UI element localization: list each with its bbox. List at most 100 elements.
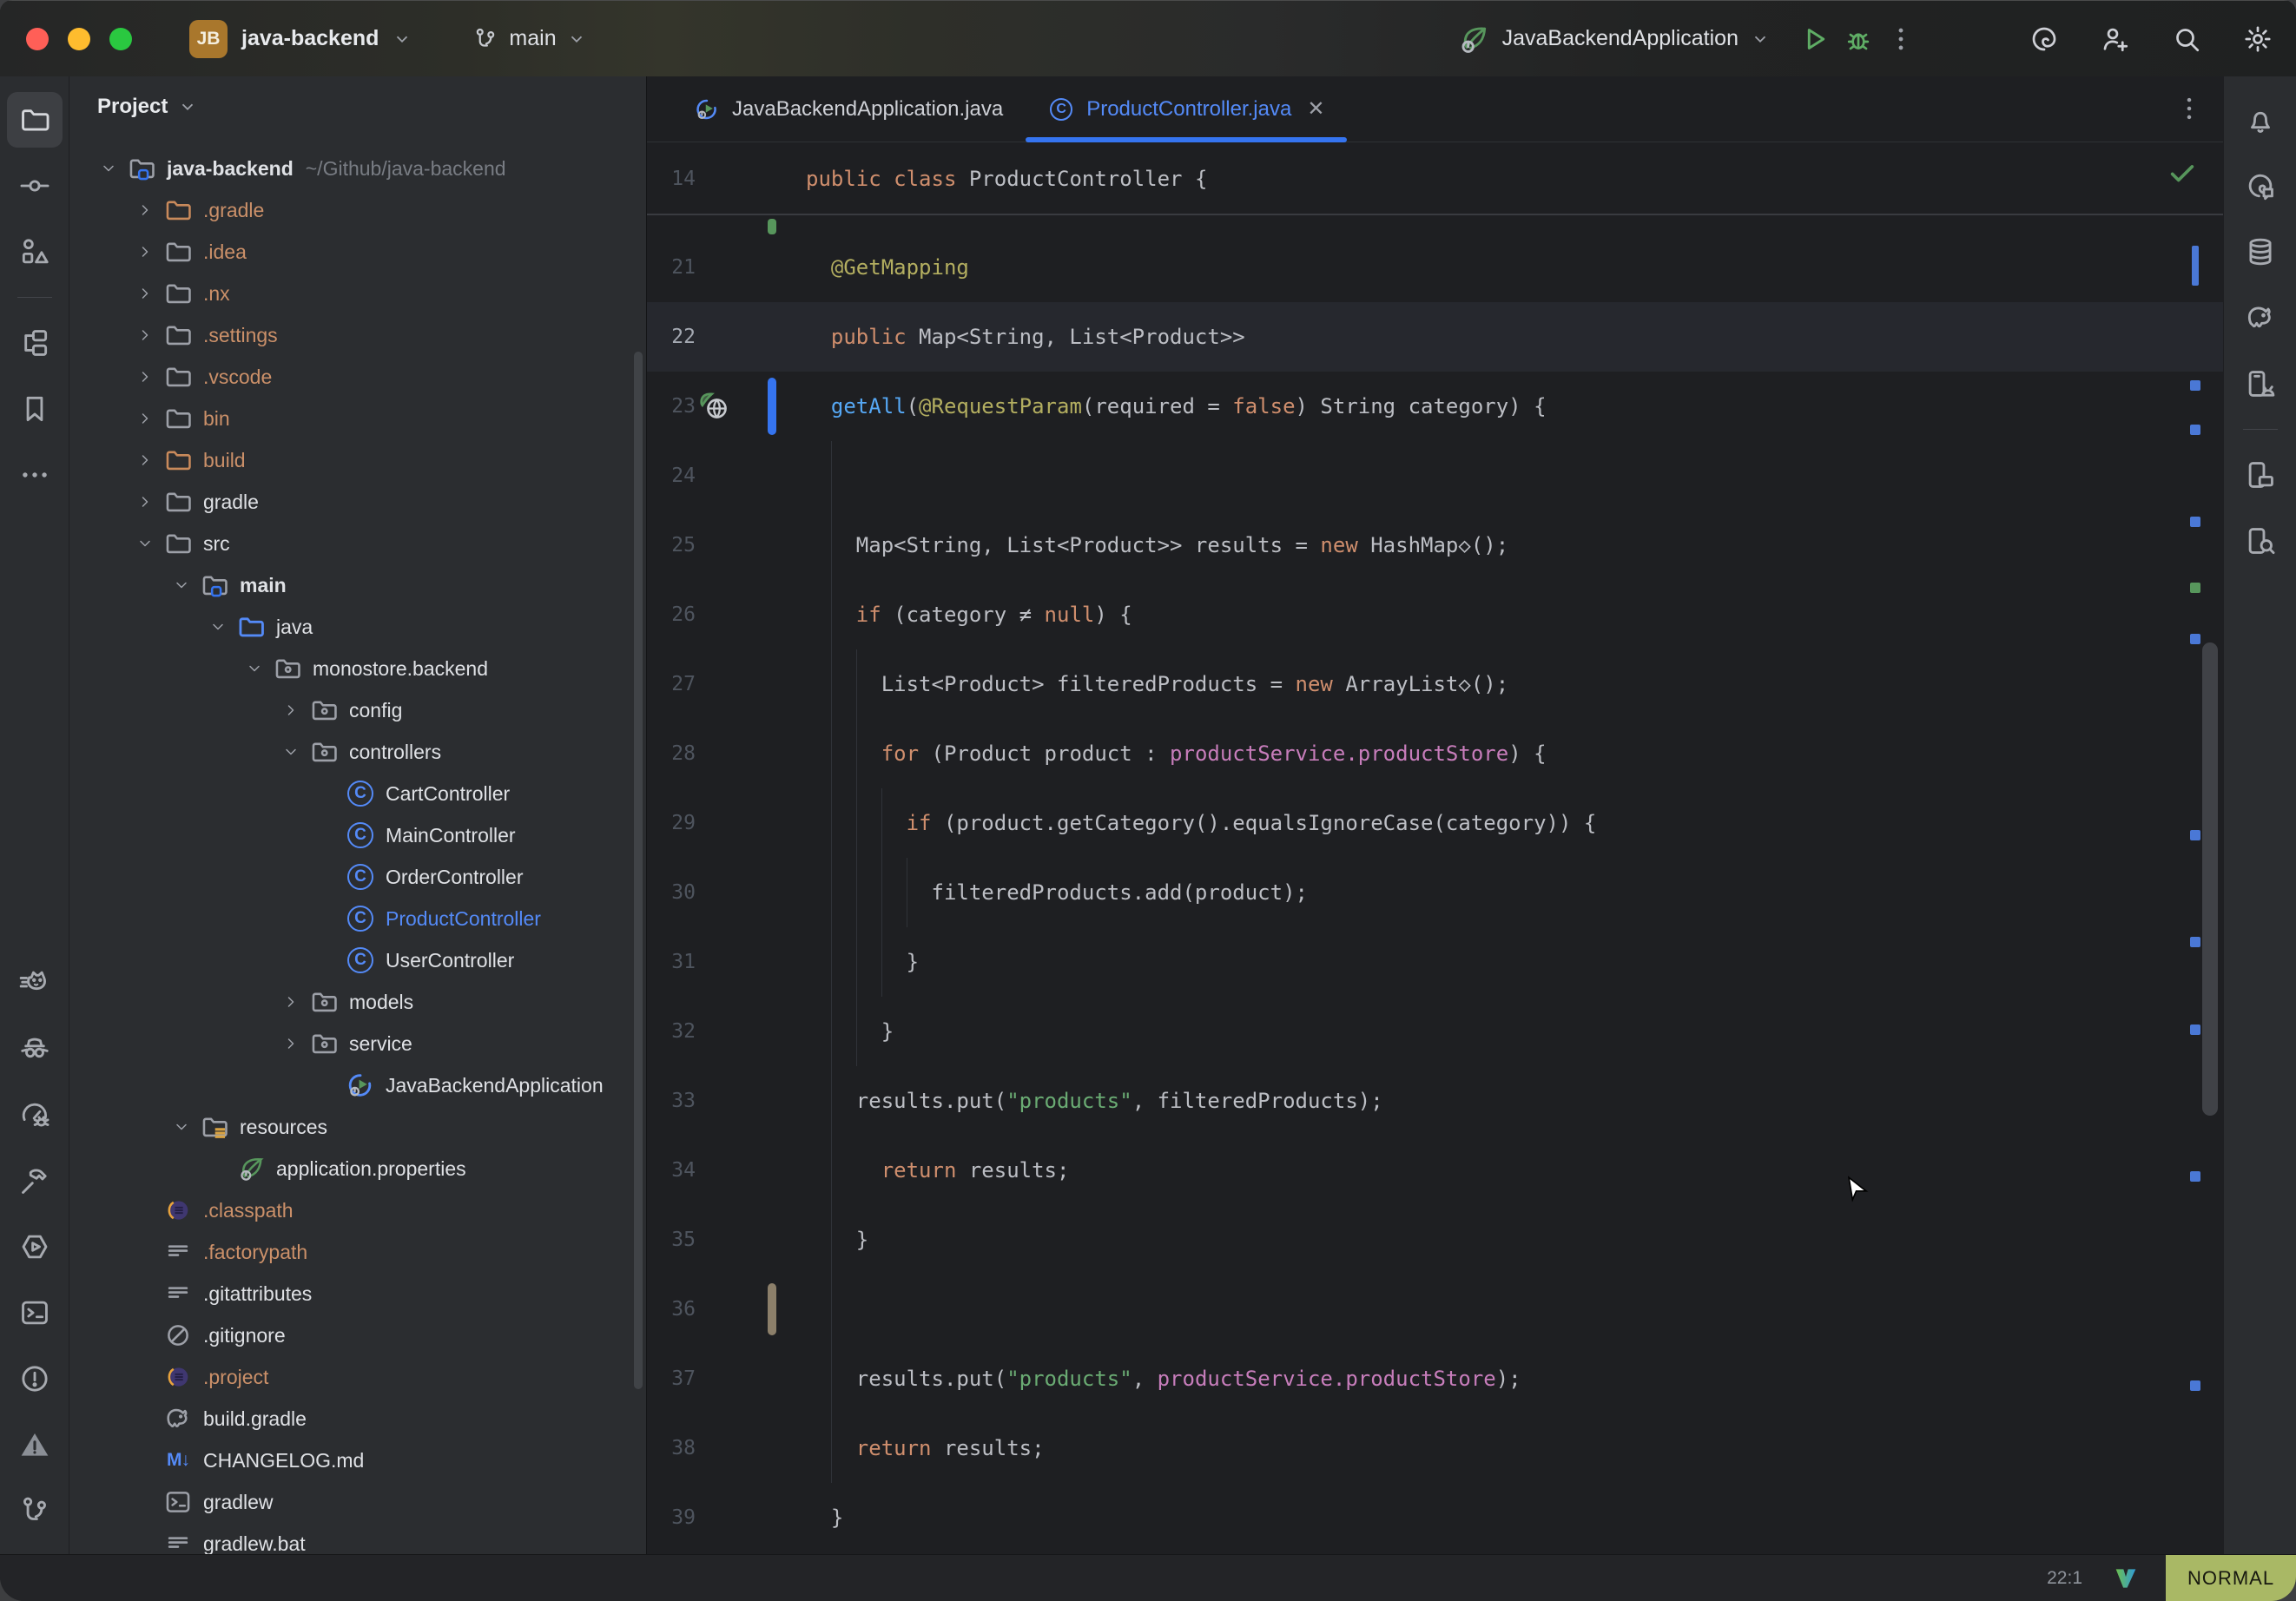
stripe-mark-blue[interactable] (2190, 937, 2200, 947)
tree-item-resources[interactable]: resources (69, 1106, 646, 1148)
code-text[interactable]: if (category ≠ null) { (806, 580, 1132, 649)
caret-position[interactable]: 22:1 (2047, 1568, 2082, 1589)
tree-item-.gradle[interactable]: .gradle (69, 189, 646, 231)
code-text[interactable]: return results; (806, 1136, 1069, 1205)
settings-gear-icon[interactable] (2242, 23, 2273, 55)
line-number[interactable]: 32 (647, 997, 696, 1066)
code-line-32[interactable]: 32 } (647, 997, 2223, 1066)
tree-item-java-backend[interactable]: java-backend~/Github/java-backend (69, 148, 646, 189)
tool-more-dots-icon[interactable] (7, 447, 63, 503)
tree-chevron-down-icon[interactable] (236, 648, 273, 689)
search-icon[interactable] (2171, 23, 2202, 55)
vim-mode-badge[interactable]: NORMAL (2166, 1555, 2296, 1601)
line-number[interactable]: 30 (647, 858, 696, 927)
code-text[interactable]: return results; (806, 1413, 1045, 1483)
more-run-options-button[interactable] (1886, 24, 1916, 54)
tool-ai-chat-icon[interactable] (2233, 158, 2288, 214)
line-number[interactable]: 29 (647, 788, 696, 858)
tree-item-.gitattributes[interactable]: .gitattributes (69, 1273, 646, 1314)
tree-item-config[interactable]: config (69, 689, 646, 731)
code-text[interactable]: results.put("products", filteredProducts… (806, 1066, 1383, 1136)
tree-item-application.properties[interactable]: application.properties (69, 1148, 646, 1189)
line-number[interactable]: 39 (647, 1483, 696, 1552)
run-config-name[interactable]: JavaBackendApplication (1502, 26, 1738, 51)
code-line-39[interactable]: 39 } (647, 1483, 2223, 1552)
line-number[interactable]: 22 (647, 302, 696, 372)
minimize-window-button[interactable] (68, 28, 90, 50)
tool-gradle-icon[interactable] (2233, 290, 2288, 346)
line-number[interactable]: 27 (647, 649, 696, 719)
stripe-mark-blue[interactable] (2190, 1025, 2200, 1035)
code-line-27[interactable]: 27 List<Product> filteredProducts = new … (647, 649, 2223, 719)
tree-item-models[interactable]: models (69, 981, 646, 1023)
tree-item-productcontroller[interactable]: CProductController (69, 898, 646, 939)
tree-chevron-down-icon[interactable] (127, 523, 163, 564)
tree-item-.settings[interactable]: .settings (69, 314, 646, 356)
tree-chevron-down-icon[interactable] (163, 1106, 200, 1148)
tool-dash-cat-icon[interactable] (7, 955, 63, 1011)
stripe-mark-blue[interactable] (2190, 1380, 2200, 1391)
stripe-mark-green[interactable] (2190, 583, 2200, 593)
tool-database-icon[interactable] (2233, 224, 2288, 280)
tree-item-gradlew.bat[interactable]: gradlew.bat (69, 1523, 646, 1554)
code-line-33[interactable]: 33 results.put("products", filteredProdu… (647, 1066, 2223, 1136)
tree-item-.idea[interactable]: .idea (69, 231, 646, 273)
line-number[interactable]: 38 (647, 1413, 696, 1483)
code-text[interactable]: } (806, 1205, 868, 1275)
tree-item-cartcontroller[interactable]: CCartController (69, 773, 646, 814)
tree-chevron-right-icon[interactable] (127, 356, 163, 398)
stripe-mark-blue[interactable] (2192, 246, 2199, 286)
line-number[interactable]: 28 (647, 719, 696, 788)
line-number[interactable]: 33 (647, 1066, 696, 1136)
tree-item-gradle[interactable]: gradle (69, 481, 646, 523)
tree-item-.vscode[interactable]: .vscode (69, 356, 646, 398)
code-text[interactable]: public Map<String, List<Product>> (806, 302, 1245, 372)
line-number[interactable]: 25 (647, 511, 696, 580)
tool-device-search-icon[interactable] (2233, 513, 2288, 569)
editor-scrollbar[interactable] (2202, 642, 2218, 1116)
code-line-26[interactable]: 26 if (category ≠ null) { (647, 580, 2223, 649)
code-line-38[interactable]: 38 return results; (647, 1413, 2223, 1483)
code-line-29[interactable]: 29 if (product.getCategory().equalsIgnor… (647, 788, 2223, 858)
git-branch-widget[interactable]: main (472, 26, 585, 52)
tool-warning-icon[interactable] (7, 1417, 63, 1473)
code-line-21[interactable]: 21 @GetMapping (647, 233, 2223, 302)
tool-bell-icon[interactable] (2233, 92, 2288, 148)
tree-item-service[interactable]: service (69, 1023, 646, 1064)
code-line-30[interactable]: 30 filteredProducts.add(product); (647, 858, 2223, 927)
project-widget[interactable]: JB java-backend (189, 20, 412, 58)
line-number[interactable]: 36 (647, 1275, 696, 1344)
endpoint-gutter-icon[interactable] (697, 389, 732, 424)
code-line-25[interactable]: 25 Map<String, List<Product>> results = … (647, 511, 2223, 580)
close-window-button[interactable] (26, 28, 49, 50)
tree-item-.project[interactable]: .project (69, 1356, 646, 1398)
tool-bookmark-icon[interactable] (7, 381, 63, 437)
tree-chevron-down-icon[interactable] (90, 148, 127, 189)
tree-item-javabackendapplication[interactable]: JavaBackendApplication (69, 1064, 646, 1106)
line-number[interactable]: 31 (647, 927, 696, 997)
inspection-ok-icon[interactable] (2167, 158, 2197, 188)
tool-profiler-icon[interactable] (7, 1087, 63, 1143)
tree-item-main[interactable]: main (69, 564, 646, 606)
tool-build-hammer-icon[interactable] (7, 1153, 63, 1209)
tool-problems-icon[interactable] (7, 1351, 63, 1407)
line-number[interactable]: 21 (647, 233, 696, 302)
code-line-24[interactable]: 24 (647, 441, 2223, 511)
ai-assistant-icon[interactable] (2029, 23, 2060, 55)
code-text[interactable]: List<Product> filteredProducts = new Arr… (806, 649, 1508, 719)
add-user-icon[interactable] (2100, 23, 2131, 55)
tool-running-devices-icon[interactable] (2233, 447, 2288, 503)
code-text[interactable]: Map<String, List<Product>> results = new… (806, 511, 1508, 580)
tree-item-usercontroller[interactable]: CUserController (69, 939, 646, 981)
code-line-31[interactable]: 31 } (647, 927, 2223, 997)
tree-chevron-down-icon[interactable] (273, 731, 309, 773)
stripe-mark-blue[interactable] (2190, 634, 2200, 644)
tool-detective-icon[interactable] (7, 1021, 63, 1077)
tree-chevron-right-icon[interactable] (273, 981, 309, 1023)
tool-project-folder-icon[interactable] (7, 92, 63, 148)
project-panel-header[interactable]: Project (69, 76, 646, 137)
tree-chevron-down-icon[interactable] (163, 564, 200, 606)
line-number[interactable]: 34 (647, 1136, 696, 1205)
code-text[interactable]: if (product.getCategory().equalsIgnoreCa… (806, 788, 1596, 858)
line-number[interactable]: 24 (647, 441, 696, 511)
